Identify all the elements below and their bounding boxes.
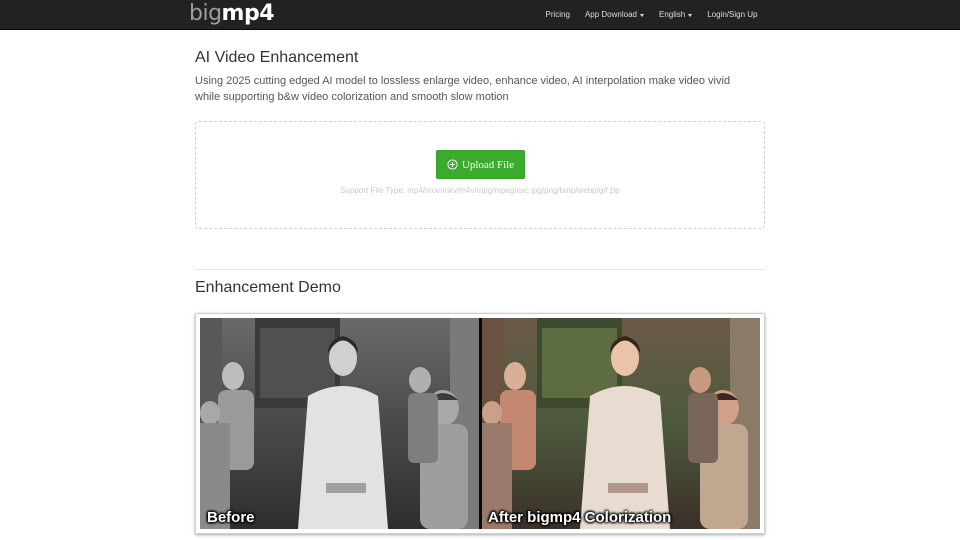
page-description: Using 2025 cutting edged AI model to los… xyxy=(195,75,731,103)
logo-text-part2: mp4 xyxy=(221,1,275,26)
section-divider xyxy=(195,269,765,270)
logo-text-part1: big xyxy=(189,1,222,26)
upload-file-button[interactable]: Upload File xyxy=(436,150,525,179)
upload-dropzone[interactable]: Upload File Support File Type: mp4/mov/m… xyxy=(195,121,765,229)
nav-item-label: App Download xyxy=(584,10,637,19)
demo-image-frame: Before After bigmp4 Colorization xyxy=(195,313,765,534)
caret-down-icon xyxy=(688,13,693,17)
logo[interactable]: big mp4 xyxy=(189,1,275,27)
demo-comparison-illustration xyxy=(200,318,760,529)
before-label: Before xyxy=(207,509,255,526)
upload-button-label: Upload File xyxy=(461,158,515,171)
demo-section-title: Enhancement Demo xyxy=(195,279,341,296)
nav-item-label: Pricing xyxy=(545,10,570,19)
caret-down-icon xyxy=(639,13,644,17)
top-navbar: big mp4 Pricing App Download English Logi… xyxy=(0,0,960,30)
nav-item-label: Login/Sign Up xyxy=(707,10,758,19)
nav-item-app-download[interactable]: App Download xyxy=(577,0,651,30)
demo-image: Before After bigmp4 Colorization xyxy=(200,318,760,529)
support-file-types: Support File Type: mp4/mov/mkv/m4v/mpg/m… xyxy=(340,186,620,195)
nav-item-login-signup[interactable]: Login/Sign Up xyxy=(700,0,765,30)
nav-item-language[interactable]: English xyxy=(651,0,699,30)
nav-item-pricing[interactable]: Pricing xyxy=(538,0,577,30)
page-title: AI Video Enhancement xyxy=(195,49,359,66)
after-half xyxy=(482,318,760,529)
nav-menu: Pricing App Download English Login/Sign … xyxy=(538,0,765,30)
after-label: After bigmp4 Colorization xyxy=(488,509,672,526)
nav-item-label: English xyxy=(658,10,686,19)
before-half xyxy=(200,318,479,529)
plus-circle-icon xyxy=(447,159,458,170)
